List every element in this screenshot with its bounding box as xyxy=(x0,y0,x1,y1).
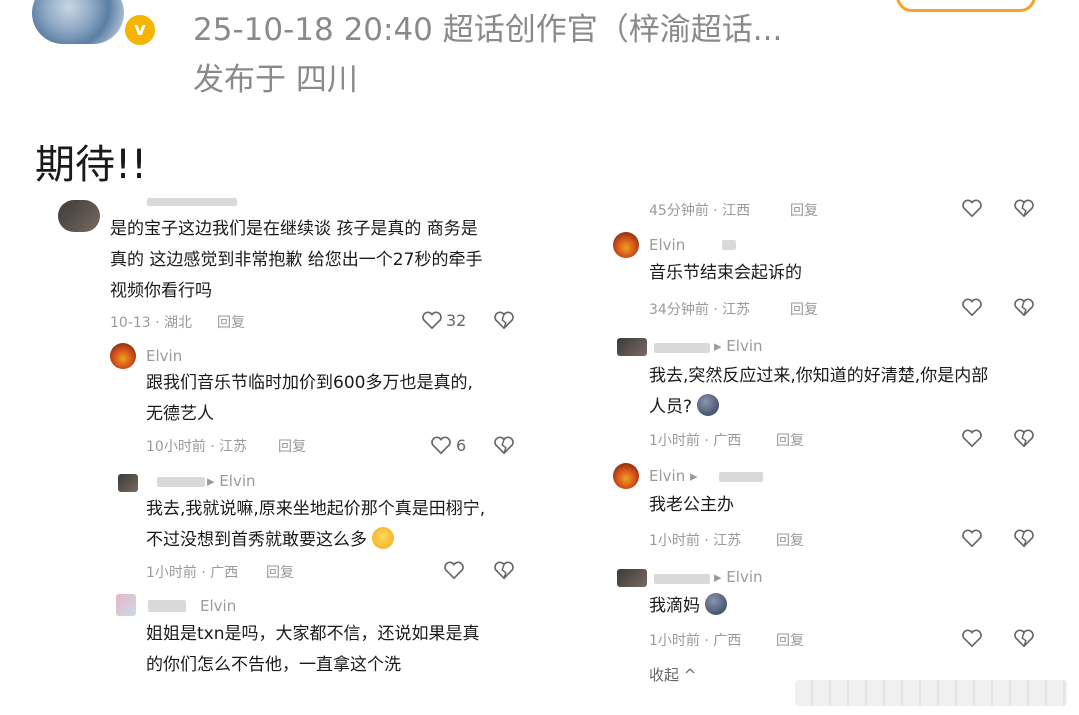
post-location: 发布于 四川 xyxy=(193,62,358,98)
reply-link[interactable]: 回复 xyxy=(278,436,306,456)
reply-link[interactable]: 回复 xyxy=(790,200,818,220)
avatar xyxy=(116,594,136,616)
like-count: 6 xyxy=(456,436,467,455)
dark-face-emoji-icon xyxy=(705,593,728,615)
dislike-heart-icon[interactable] xyxy=(1013,198,1035,218)
avatar xyxy=(613,463,639,489)
blurred-name xyxy=(654,343,710,353)
like-heart-icon[interactable] xyxy=(443,560,465,580)
commenter-name[interactable]: Elvin xyxy=(146,347,182,365)
comment-text: 视频你看行吗 xyxy=(110,281,212,301)
commenter-name[interactable]: ▸ Elvin xyxy=(714,568,763,586)
comment-text: 我老公主办 xyxy=(649,495,734,515)
dislike-heart-icon[interactable] xyxy=(493,560,515,580)
reply-link[interactable]: 回复 xyxy=(776,430,804,450)
comment-time: 1小时前 · 广西 xyxy=(649,433,742,449)
blurred-name xyxy=(147,198,237,206)
comment-text: 跟我们音乐节临时加价到600多万也是真的, xyxy=(146,373,473,393)
comment-time: 1小时前 · 广西 xyxy=(146,565,239,581)
watermark xyxy=(795,680,1067,706)
comment-time: 10-13 · 湖北 xyxy=(110,315,193,331)
avatar xyxy=(58,200,100,232)
comment-text: 我滴妈 xyxy=(649,596,700,616)
post-timestamp-source: 25-10-18 20:40 超话创作官（梓渝超话... xyxy=(193,12,783,48)
dislike-heart-icon[interactable] xyxy=(493,435,515,455)
author-avatar[interactable] xyxy=(32,0,124,44)
comment-time: 45分钟前 · 江西 xyxy=(649,203,751,219)
blurred-name xyxy=(157,477,205,487)
dark-face-emoji-icon xyxy=(697,394,720,416)
follow-button[interactable] xyxy=(896,0,1036,12)
comment-text: 我去,突然反应过来,你知道的好清楚,你是内部 xyxy=(649,366,989,386)
like-heart-icon[interactable] xyxy=(421,310,443,330)
avatar xyxy=(617,569,647,587)
blurred-name xyxy=(722,240,736,250)
reply-link[interactable]: 回复 xyxy=(790,299,818,319)
grin-emoji-icon xyxy=(372,527,395,549)
comment-text: 姐姐是txn是吗，大家都不信，还说如果是真 xyxy=(146,624,480,644)
commenter-name[interactable]: Elvin ▸ xyxy=(649,467,698,485)
like-heart-icon[interactable] xyxy=(961,528,983,548)
comment-time: 1小时前 · 广西 xyxy=(649,633,742,649)
dislike-heart-icon[interactable] xyxy=(1013,528,1035,548)
like-heart-icon[interactable] xyxy=(961,428,983,448)
reply-link[interactable]: 回复 xyxy=(266,562,294,582)
comment-time: 34分钟前 · 江苏 xyxy=(649,302,751,318)
commenter-name[interactable]: ▸ Elvin xyxy=(714,337,763,355)
avatar xyxy=(118,474,138,492)
reply-link[interactable]: 回复 xyxy=(776,530,804,550)
verified-badge-icon: v xyxy=(122,12,158,48)
comment-screenshot-left: 是的宝子这边我们是在继续谈 孩子是真的 商务是 真的 这边感觉到非常抱歉 给您出… xyxy=(52,196,572,696)
blurred-name xyxy=(654,574,710,584)
dislike-heart-icon[interactable] xyxy=(1013,297,1035,317)
avatar xyxy=(613,232,639,258)
commenter-name[interactable]: Elvin xyxy=(649,236,685,254)
comment-text: 人员? xyxy=(649,397,693,417)
post-text: 期待!! xyxy=(35,142,148,188)
commenter-name[interactable]: ▸ Elvin xyxy=(207,472,256,490)
like-count: 32 xyxy=(446,311,467,330)
dislike-heart-icon[interactable] xyxy=(493,310,515,330)
comment-text: 音乐节结束会起诉的 xyxy=(649,263,802,283)
comment-text: 我去,我就说嘛,原来坐地起价那个真是田栩宁, xyxy=(146,499,486,519)
avatar xyxy=(110,343,136,369)
reply-link[interactable]: 回复 xyxy=(776,630,804,650)
reply-link[interactable]: 回复 xyxy=(217,312,245,332)
avatar xyxy=(617,338,647,356)
comment-text: 的你们怎么不告他，一直拿这个洗 xyxy=(146,655,401,675)
blurred-name xyxy=(719,472,763,482)
comment-text: 无德艺人 xyxy=(146,404,214,424)
comment-text: 是的宝子这边我们是在继续谈 孩子是真的 商务是 xyxy=(110,219,478,239)
comment-text: 真的 这边感觉到非常抱歉 给您出一个27秒的牵手 xyxy=(110,250,483,270)
like-heart-icon[interactable] xyxy=(961,628,983,648)
like-heart-icon[interactable] xyxy=(961,297,983,317)
dislike-heart-icon[interactable] xyxy=(1013,428,1035,448)
dislike-heart-icon[interactable] xyxy=(1013,628,1035,648)
comment-time: 1小时前 · 江苏 xyxy=(649,533,742,549)
comment-time: 10小时前 · 江苏 xyxy=(146,439,248,455)
like-heart-icon[interactable] xyxy=(961,198,983,218)
collapse-button[interactable]: 收起 ^ xyxy=(649,664,696,685)
blurred-name xyxy=(148,600,186,612)
comment-screenshot-right: 45分钟前 · 江西 回复 Elvin 音乐节结束会起诉的 34分钟前 · 江苏… xyxy=(604,196,1054,696)
comment-text: 不过没想到首秀就敢要这么多 xyxy=(146,530,367,550)
commenter-name[interactable]: Elvin xyxy=(200,597,236,615)
like-heart-icon[interactable] xyxy=(430,435,452,455)
